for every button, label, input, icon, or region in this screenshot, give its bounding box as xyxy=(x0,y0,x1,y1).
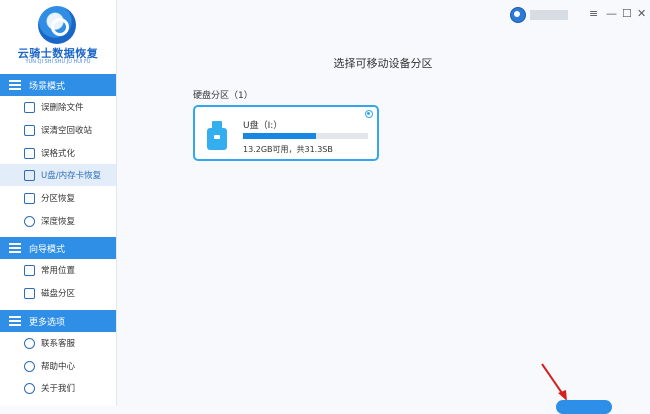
maximize-button[interactable]: ☐ xyxy=(622,8,632,20)
drive-card-usb[interactable]: U盘（I:） 13.2GB可用，共31.3SB xyxy=(193,105,379,161)
next-button[interactable] xyxy=(556,400,612,414)
format-icon xyxy=(24,147,35,159)
sidebar-item-usb-recovery[interactable]: U盘/内存卡恢复 xyxy=(0,164,116,186)
sidebar-item-contact-support[interactable]: 联系客服 xyxy=(0,332,116,354)
sidebar-item-label: 常用位置 xyxy=(41,266,76,276)
section-more-options: 更多选项 xyxy=(0,310,116,332)
logo-icon xyxy=(38,6,76,44)
drive-name: U盘（I:） xyxy=(243,121,283,131)
menu-icon xyxy=(9,316,21,326)
section-title: 向导模式 xyxy=(29,244,66,255)
sidebar-item-partition-recovery[interactable]: 分区恢复 xyxy=(0,187,116,209)
usb-icon xyxy=(24,169,35,181)
sidebar-item-label: 误清空回收站 xyxy=(41,126,93,136)
capacity-bar xyxy=(243,133,368,139)
selected-radio-icon[interactable] xyxy=(365,110,373,118)
username-placeholder xyxy=(530,10,568,20)
sidebar-item-common-locations[interactable]: 常用位置 xyxy=(0,259,116,281)
sidebar-item-label: 联系客服 xyxy=(41,339,76,349)
drive-capacity: 13.2GB可用，共31.3SB xyxy=(243,145,333,154)
sidebar-item-label: 关于我们 xyxy=(41,384,76,394)
menu-button[interactable]: ≡ xyxy=(589,8,598,20)
menu-icon xyxy=(9,243,21,253)
partition-icon xyxy=(24,192,35,204)
sidebar-item-label: 误删除文件 xyxy=(41,103,84,113)
sidebar-item-deep-recovery[interactable]: 深度恢复 xyxy=(0,210,116,232)
user-avatar[interactable] xyxy=(510,7,526,23)
trash-icon xyxy=(24,101,35,113)
sidebar-item-format[interactable]: 误格式化 xyxy=(0,142,116,164)
sidebar-item-label: U盘/内存卡恢复 xyxy=(41,171,102,181)
menu-icon xyxy=(9,80,21,90)
sidebar-item-label: 磁盘分区 xyxy=(41,289,76,299)
help-icon xyxy=(24,360,35,372)
disk-icon xyxy=(24,287,35,299)
sidebar-item-label: 分区恢复 xyxy=(41,194,76,204)
section-title: 场景模式 xyxy=(29,81,66,92)
section-scene-mode: 场景模式 xyxy=(0,74,116,96)
recycle-bin-icon xyxy=(24,124,35,136)
partition-section-label: 硬盘分区（1） xyxy=(193,91,253,101)
sidebar: 云骑士数据恢复 YUN QI SHI SHU JU HUI FU 场景模式 误删… xyxy=(0,0,117,406)
red-arrow-annotation xyxy=(541,363,567,401)
sidebar-item-help-center[interactable]: 帮助中心 xyxy=(0,355,116,377)
sidebar-item-about-us[interactable]: 关于我们 xyxy=(0,377,116,399)
logo: 云骑士数据恢复 YUN QI SHI SHU JU HUI FU xyxy=(0,0,116,72)
sidebar-item-disk-partition[interactable]: 磁盘分区 xyxy=(0,282,116,304)
deep-scan-icon xyxy=(24,215,35,227)
minimize-button[interactable]: — xyxy=(606,8,617,20)
info-icon xyxy=(24,382,35,394)
phone-icon xyxy=(24,337,35,349)
sidebar-item-label: 深度恢复 xyxy=(41,217,76,227)
app-subtitle: YUN QI SHI SHU JU HUI FU xyxy=(25,59,91,65)
sidebar-item-label: 帮助中心 xyxy=(41,362,76,372)
section-title: 更多选项 xyxy=(29,317,66,328)
section-wizard-mode: 向导模式 xyxy=(0,237,116,259)
sidebar-item-label: 误格式化 xyxy=(41,149,76,159)
usb-drive-icon xyxy=(207,121,227,151)
page-title: 选择可移动设备分区 xyxy=(333,57,433,70)
sidebar-item-recycle-bin[interactable]: 误清空回收站 xyxy=(0,119,116,141)
sidebar-item-deleted-files[interactable]: 误删除文件 xyxy=(0,96,116,118)
location-icon xyxy=(24,264,35,276)
capacity-bar-fill xyxy=(243,133,316,139)
close-button[interactable]: ✕ xyxy=(637,8,646,20)
